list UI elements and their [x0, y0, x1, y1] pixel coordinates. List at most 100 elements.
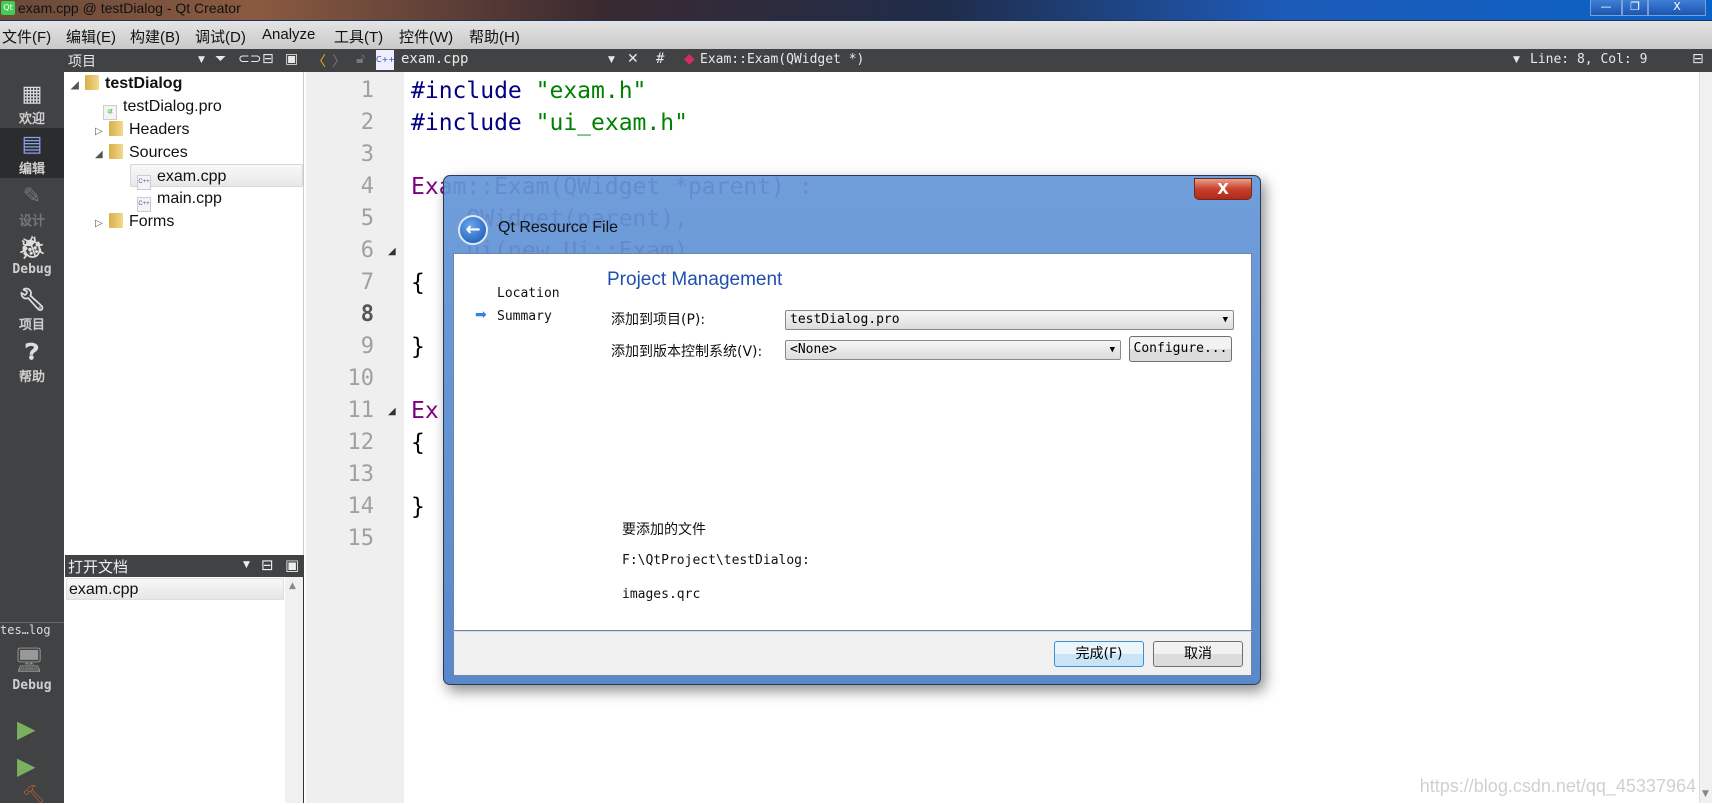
mode-debug[interactable]: 🐞︎ Debug [0, 236, 64, 277]
cancel-button[interactable]: 取消 [1153, 641, 1243, 667]
mode-bar: ▦ 欢迎 ▤ 编辑 ✎ 设计 🐞︎ Debug 🔧︎ 项目 ❓︎ 帮助 tes…log 🖥︎… [0, 72, 64, 805]
code-line[interactable]: #include "ui_exam.h" [411, 110, 688, 136]
mode-label: 欢迎 [18, 112, 45, 127]
add-to-project-combo[interactable]: testDialog.pro ▼ [785, 310, 1234, 330]
code-line[interactable]: { [411, 270, 425, 296]
tree-item-label: exam.cpp [157, 168, 227, 185]
link-icon[interactable]: ⊂⊃ [238, 51, 261, 67]
menu-tools[interactable]: 工具(T) [334, 26, 383, 47]
code-token: } [411, 494, 425, 520]
menu-build[interactable]: 构建(B) [130, 26, 180, 47]
current-step-arrow-icon: ➡ [475, 307, 487, 323]
mode-help[interactable]: ❓︎ 帮助 [0, 340, 64, 385]
scrollbar[interactable]: ▲ [285, 577, 303, 803]
title-bar: Qt exam.cpp @ testDialog - Qt Creator — … [0, 0, 1712, 20]
file-dropdown-icon[interactable]: ▼ [608, 55, 615, 65]
dropdown-icon[interactable]: ▼ [243, 560, 250, 570]
build-hammer-icon[interactable]: 🔨︎ [22, 784, 45, 805]
code-token: Ex [411, 398, 439, 424]
target-project[interactable]: tes…log [0, 623, 51, 637]
tree-item-exam-cpp[interactable]: C++ exam.cpp [130, 164, 303, 190]
mode-projects[interactable]: 🔧︎ 项目 [0, 288, 64, 333]
tree-item-pro[interactable]: qt testDialog.pro [103, 95, 222, 120]
panel-title[interactable]: 项目 [68, 51, 96, 71]
tree-item-main-cpp[interactable]: C++ main.cpp [137, 187, 222, 212]
tree-item-headers[interactable]: ▷ Headers [95, 118, 189, 141]
tree-item-sources[interactable]: ◢ Sources [95, 141, 188, 164]
chevron-down-icon: ▼ [1222, 315, 1228, 325]
symbol-dropdown-icon[interactable]: ▼ [1513, 55, 1520, 65]
monitor-icon[interactable]: 🖥︎ [14, 646, 44, 674]
scroll-down-icon[interactable]: ▼ [1702, 789, 1709, 799]
close-panel-icon[interactable]: ▣ [285, 51, 298, 67]
chevron-down-icon: ▼ [1109, 345, 1115, 355]
build-config[interactable]: Debug [0, 678, 64, 693]
configure-button[interactable]: Configure... [1129, 336, 1232, 362]
vcs-combo[interactable]: <None> ▼ [785, 340, 1121, 360]
project-tree: ◢ testDialog qt testDialog.pro ▷ Headers ◢ S… [65, 72, 304, 555]
menu-debug[interactable]: 调试(D) [195, 26, 246, 47]
restore-button[interactable]: ❐ [1622, 0, 1648, 16]
symbol-icon: ◆ [684, 51, 695, 67]
code-line[interactable]: } [411, 334, 425, 360]
open-documents-list: exam.cpp ▲ [65, 577, 304, 803]
forms-folder-icon [109, 213, 123, 228]
hash-label[interactable]: # [656, 51, 664, 67]
tree-item-label: testDialog.pro [123, 98, 222, 115]
collapsed-arrow-icon[interactable]: ▷ [95, 212, 109, 235]
mode-edit[interactable]: ▤ 编辑 [0, 128, 64, 178]
code-line[interactable]: Ex [411, 398, 439, 424]
wrench-icon: 🔧︎ [18, 288, 46, 313]
debug-run-icon[interactable]: ▶ [17, 752, 35, 780]
fold-arrow-icon[interactable]: ◢ [388, 406, 396, 417]
editor-scrollbar[interactable]: ▼ [1699, 72, 1712, 803]
split-editor-icon[interactable]: ⊟ [1692, 51, 1704, 67]
tree-item-forms[interactable]: ▷ Forms [95, 210, 174, 233]
window-title: exam.cpp @ testDialog - Qt Creator [18, 0, 241, 16]
mode-label: 编辑 [18, 162, 45, 177]
finish-button[interactable]: 完成(F) [1054, 641, 1144, 667]
fold-arrow-icon[interactable]: ◢ [388, 246, 396, 257]
code-line[interactable]: { [411, 430, 425, 456]
split-icon[interactable]: ⊟ [261, 556, 274, 574]
filter-icon[interactable]: ⏷ [215, 51, 226, 67]
forward-icon[interactable]: 〉 [332, 51, 346, 71]
code-token: } [411, 334, 425, 360]
menu-widgets[interactable]: 控件(W) [399, 26, 453, 47]
menu-help[interactable]: 帮助(H) [469, 26, 520, 47]
mode-welcome[interactable]: ▦ 欢迎 [0, 82, 64, 127]
tree-item-project[interactable]: ◢ testDialog [71, 72, 182, 95]
files-directory: F:\QtProject\testDialog: [622, 553, 810, 568]
back-icon[interactable]: 〈 [312, 51, 326, 71]
minimize-button[interactable]: — [1590, 0, 1622, 16]
menu-file[interactable]: 文件(F) [2, 26, 51, 47]
expanded-arrow-icon[interactable]: ◢ [95, 143, 109, 166]
close-file-icon[interactable]: ✕ [627, 51, 639, 67]
tree-item-label: Headers [129, 121, 190, 138]
scroll-up-icon[interactable]: ▲ [289, 581, 296, 591]
back-arrow-icon[interactable]: ← [458, 215, 488, 245]
tree-item-label: testDialog [105, 75, 183, 92]
menu-analyze[interactable]: Analyze [262, 26, 315, 43]
menu-edit[interactable]: 编辑(E) [66, 26, 116, 47]
collapsed-arrow-icon[interactable]: ▷ [95, 120, 109, 143]
run-icon[interactable]: ▶ [17, 715, 35, 743]
combo-value: testDialog.pro [790, 312, 900, 327]
edit-doc-icon: ▤ [21, 132, 43, 157]
expanded-arrow-icon[interactable]: ◢ [71, 74, 85, 97]
close-window-button[interactable]: X [1648, 0, 1706, 16]
watermark: https://blog.csdn.net/qq_45337964 [1419, 776, 1696, 796]
mode-design[interactable]: ✎ 设计 [0, 184, 64, 229]
current-file[interactable]: exam.cpp [401, 51, 468, 67]
cursor-position[interactable]: Line: 8, Col: 9 [1530, 52, 1647, 67]
dialog-close-button[interactable]: X [1194, 178, 1252, 200]
open-doc-item[interactable]: exam.cpp [66, 578, 284, 600]
step-location: Location [497, 286, 560, 301]
close-panel-icon[interactable]: ▣ [285, 556, 299, 574]
line-number: 4 [360, 174, 374, 199]
code-line[interactable]: #include "exam.h" [411, 78, 646, 104]
split-icon[interactable]: ⊟ [262, 51, 274, 67]
dropdown-icon[interactable]: ▼ [198, 55, 205, 65]
symbol-selector[interactable]: Exam::Exam(QWidget *) [700, 52, 864, 67]
code-line[interactable]: } [411, 494, 425, 520]
